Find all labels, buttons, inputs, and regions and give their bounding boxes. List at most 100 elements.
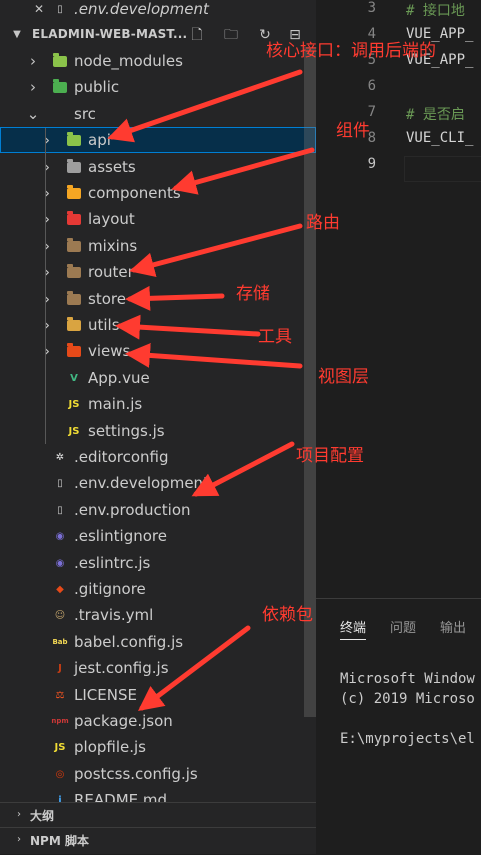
item-label: .gitignore (74, 580, 146, 598)
chevron-down-icon[interactable]: ▼ (10, 28, 24, 42)
folder-item[interactable]: › assets (0, 154, 316, 180)
annotation-utils: 工具 (258, 327, 292, 347)
chevron-right-icon[interactable]: › (40, 186, 54, 201)
file-item[interactable]: Jjest.config.js (0, 655, 316, 681)
item-label: node_modules (74, 52, 183, 70)
item-label: mixins (88, 237, 138, 255)
item-label: utils (88, 316, 120, 334)
npm-scripts-section[interactable]: › NPM 脚本 (0, 827, 316, 852)
chevron-right-icon[interactable]: › (40, 265, 54, 280)
node-folder-icon (52, 52, 68, 69)
chevron-down-icon[interactable]: ⌄ (26, 107, 40, 122)
file-item[interactable]: ◆ .gitignore (0, 576, 316, 602)
folder-item[interactable]: › mixins (0, 233, 316, 259)
file-item[interactable]: ◉ .eslintrc.js (0, 550, 316, 576)
annotation-store: 存储 (236, 284, 270, 304)
item-label: store (88, 290, 126, 308)
chevron-right-icon[interactable]: › (26, 54, 40, 69)
item-label: main.js (88, 395, 143, 413)
item-label: layout (88, 210, 135, 228)
item-label: assets (88, 158, 136, 176)
item-label: .eslintrc.js (74, 554, 151, 572)
api-folder-icon (66, 131, 82, 148)
folder-item[interactable]: › layout (0, 206, 316, 232)
chevron-right-icon[interactable]: › (26, 80, 40, 95)
terminal-line: (c) 2019 Microso (340, 691, 475, 707)
git-icon: ◆ (56, 583, 64, 595)
tab-output[interactable]: 输出 (440, 617, 466, 636)
annotation-views: 视图层 (318, 367, 369, 387)
folder-item[interactable]: › components (0, 180, 316, 206)
file-item[interactable]: ✲ .editorconfig (0, 444, 316, 470)
folder-item[interactable]: › public (0, 74, 316, 100)
annotation-package: 依赖包 (262, 605, 313, 625)
folder-item[interactable]: › api (0, 127, 316, 153)
file-item[interactable]: V App.vue (0, 365, 316, 391)
file-item[interactable]: ▯ .env.development (0, 470, 316, 496)
annotation-router: 路由 (306, 213, 340, 233)
chevron-right-icon[interactable]: › (40, 292, 54, 307)
item-label: .eslintignore (74, 527, 167, 545)
chevron-right-icon: › (17, 834, 21, 845)
annotation-api: 核心接口：调用后端的 (266, 41, 436, 61)
file-icon: ▯ (57, 477, 63, 489)
item-label: public (74, 78, 120, 96)
file-item[interactable]: Bab babel.config.js (0, 629, 316, 655)
file-item[interactable]: JS plopfile.js (0, 734, 316, 760)
chevron-right-icon[interactable]: › (40, 344, 54, 359)
item-label: src (74, 105, 96, 123)
chevron-right-icon[interactable]: › (40, 212, 54, 227)
item-label: jest.config.js (74, 659, 169, 677)
chevron-right-icon[interactable]: › (40, 318, 54, 333)
license-icon: ⚖ (55, 689, 65, 701)
folder-item[interactable]: ⌄ src (0, 101, 316, 127)
line-number: 3 (367, 0, 376, 16)
chevron-right-icon[interactable]: › (40, 239, 54, 254)
code-text: # 是否启 (406, 107, 465, 123)
item-label: .editorconfig (74, 448, 169, 466)
file-item[interactable]: ⚖ LICENSE (0, 682, 316, 708)
item-label: LICENSE (74, 686, 137, 704)
js-icon: JS (68, 398, 80, 410)
npm-scripts-label: NPM 脚本 (30, 834, 89, 848)
item-label: App.vue (88, 369, 150, 387)
outline-section[interactable]: › 大纲 (0, 802, 316, 827)
code-editor[interactable]: 3 # 接口地 4 VUE_APP_ 5 VUE_APP_ 6 7 # 是否启 … (316, 0, 481, 598)
new-folder-icon[interactable]: 🗀 (222, 26, 240, 44)
editorconfig-icon: ✲ (55, 451, 65, 463)
public-folder-icon (52, 78, 68, 95)
postcss-icon: ◎ (55, 768, 65, 780)
file-item[interactable]: npm package.json (0, 708, 316, 734)
file-item[interactable]: ◉ .eslintignore (0, 523, 316, 549)
project-title: ELADMIN-WEB-MAST... (32, 27, 188, 41)
assets-folder-icon (66, 158, 82, 175)
chevron-right-icon[interactable]: › (40, 133, 54, 148)
item-label: api (88, 131, 111, 149)
file-icon: ▯ (57, 504, 63, 516)
utils-folder-icon (66, 316, 82, 333)
annotation-components: 组件 (336, 121, 370, 141)
indent-guide (45, 128, 46, 444)
file-item[interactable]: JS settings.js (0, 418, 316, 444)
open-editor-label: .env.development (74, 0, 209, 18)
file-item[interactable]: ◎ postcss.config.js (0, 761, 316, 787)
components-folder-icon (66, 184, 82, 201)
terminal-line: Microsoft Window (340, 671, 475, 687)
code-text: # 接口地 (406, 3, 465, 19)
npm-icon: npm (51, 717, 69, 725)
tab-terminal[interactable]: 终端 (340, 617, 367, 640)
item-label: .travis.yml (74, 606, 154, 624)
item-label: plopfile.js (74, 738, 146, 756)
jest-icon: J (58, 662, 62, 674)
file-item[interactable]: ▯ .env.production (0, 497, 316, 523)
new-file-icon[interactable]: 🗋 (188, 26, 206, 44)
chevron-right-icon[interactable]: › (40, 160, 54, 175)
close-icon[interactable]: ✕ (32, 2, 46, 16)
item-label: postcss.config.js (74, 765, 198, 783)
folder-icon (66, 237, 82, 254)
open-editor-item[interactable]: ✕ ▯ .env.development (0, 0, 316, 22)
item-label: views (88, 342, 131, 360)
tab-problems[interactable]: 问题 (390, 617, 416, 636)
line-number: 6 (367, 78, 376, 94)
file-item[interactable]: JS main.js (0, 391, 316, 417)
